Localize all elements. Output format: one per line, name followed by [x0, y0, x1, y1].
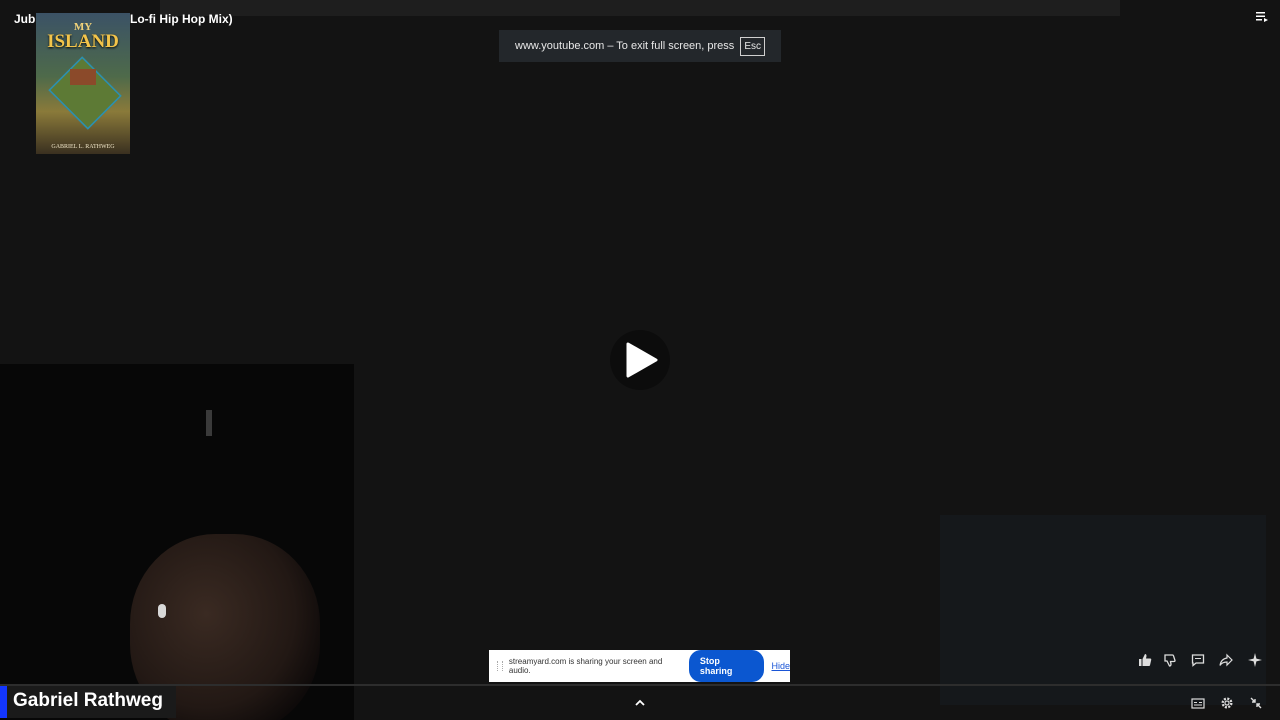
- island-illustration: [48, 56, 122, 130]
- book-cover-overlay: MY ISLAND GABRIEL L. RATHWEG: [36, 13, 130, 154]
- fullscreen-exit-notice: www.youtube.com – To exit full screen, p…: [499, 30, 781, 62]
- esc-key-badge: Esc: [740, 36, 765, 56]
- presenter-name: Gabriel Rathweg: [13, 690, 163, 711]
- house-illustration: [70, 69, 96, 85]
- playlist-icon[interactable]: [1256, 10, 1268, 22]
- top-gradient-strip: [160, 0, 1120, 16]
- background-light: [206, 410, 212, 436]
- fullscreen-notice-text: www.youtube.com – To exit full screen, p…: [515, 40, 735, 52]
- earbud: [158, 604, 166, 618]
- screen-share-bar: streamyard.com is sharing your screen an…: [489, 650, 790, 682]
- video-title[interactable]: Jubi Lo-fi Hip Hop Mix): [14, 12, 233, 26]
- stop-sharing-button[interactable]: Stop sharing: [688, 650, 765, 682]
- name-tag-accent: [0, 684, 7, 718]
- thumbs-down-icon[interactable]: [1160, 650, 1180, 670]
- exit-fullscreen-icon[interactable]: [1246, 693, 1266, 713]
- chevron-up-icon[interactable]: [630, 693, 650, 713]
- progress-bar[interactable]: [0, 684, 1280, 686]
- presenter-name-tag: Gabriel Rathweg: [0, 684, 176, 718]
- play-icon: [626, 342, 658, 378]
- hide-link[interactable]: Hide: [771, 661, 790, 671]
- video-title-right: Lo-fi Hip Hop Mix): [130, 12, 233, 26]
- captions-icon[interactable]: [1188, 693, 1208, 713]
- webcam-feed: [0, 364, 354, 720]
- faded-overlay-panel: [940, 515, 1266, 705]
- sparkle-icon[interactable]: [1245, 650, 1265, 670]
- share-message: streamyard.com is sharing your screen an…: [508, 657, 663, 675]
- video-title-left: Jubi: [14, 12, 39, 26]
- comment-icon[interactable]: [1188, 650, 1208, 670]
- thumbs-up-icon[interactable]: [1135, 650, 1155, 670]
- book-title-main: ISLAND: [47, 31, 119, 52]
- share-icon[interactable]: [1216, 650, 1236, 670]
- drag-handle[interactable]: [497, 661, 503, 671]
- book-author: GABRIEL L. RATHWEG: [51, 144, 115, 150]
- gear-icon[interactable]: [1217, 693, 1237, 713]
- youtube-fullscreen-player[interactable]: Jubi Lo-fi Hip Hop Mix) MY ISLAND GABRIE…: [0, 0, 1280, 720]
- play-button[interactable]: [610, 330, 670, 390]
